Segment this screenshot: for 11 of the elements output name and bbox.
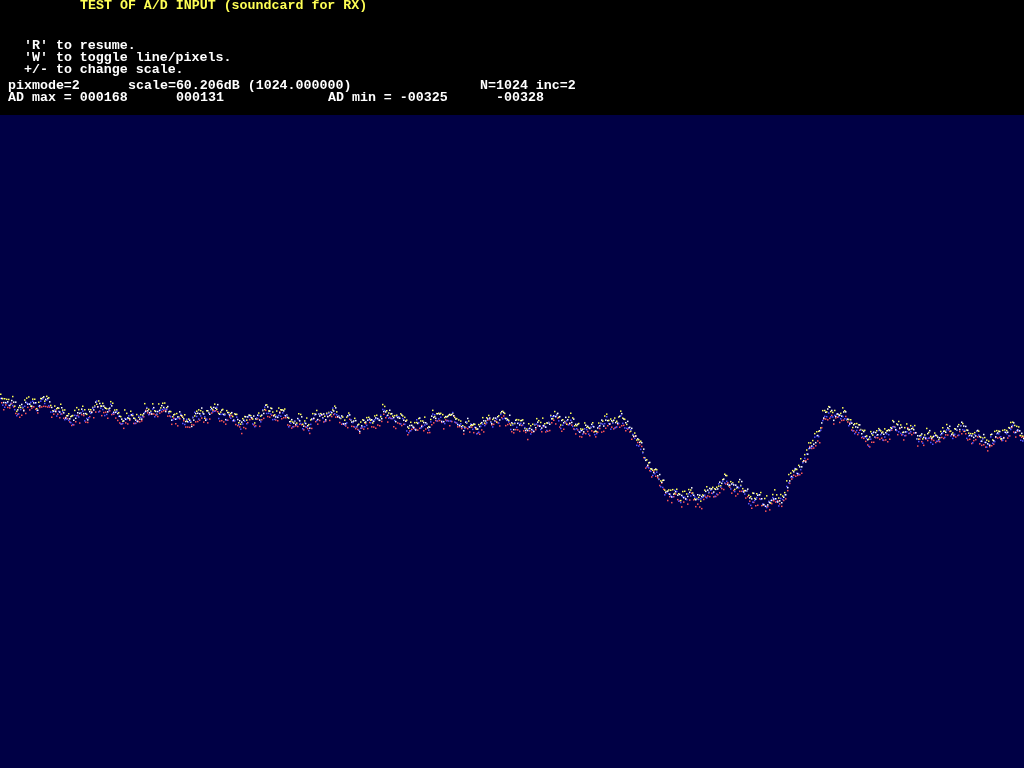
status-text: pixmode=2 bbox=[8, 80, 80, 92]
status-text: scale=60.206dB (1024.000000) bbox=[128, 80, 352, 92]
status-text: AD max = 000168 bbox=[8, 92, 129, 104]
screen-title: TEST OF A/D INPUT (soundcard for RX) bbox=[80, 0, 369, 15]
help-text: 'R' to resume. bbox=[24, 40, 137, 52]
help-text: +/- to change scale. bbox=[24, 64, 184, 76]
status-text: N=1024 inc=2 bbox=[480, 80, 576, 92]
help-text: 'W' to toggle line/pixels. bbox=[24, 52, 233, 64]
status-text: 000131 bbox=[176, 92, 225, 104]
status-text: AD min = -00325 bbox=[328, 92, 449, 104]
status-text: -00328 bbox=[496, 92, 544, 104]
